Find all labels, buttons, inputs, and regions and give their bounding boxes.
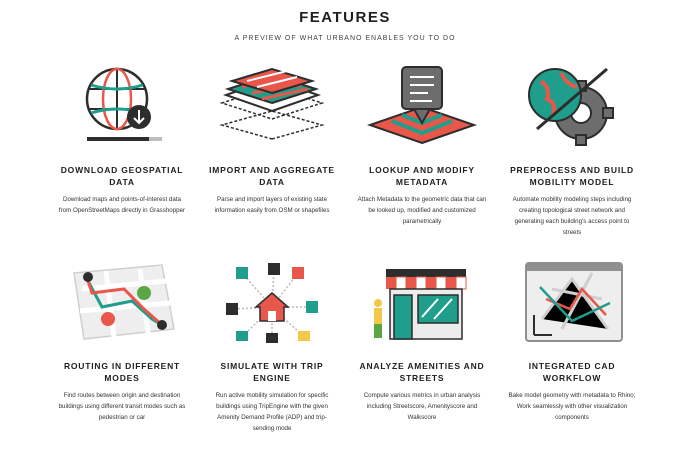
feature-description: Run active mobility simulation for speci… bbox=[215, 392, 329, 432]
feature-title: DOWNLOAD GEOSPATIAL DATA bbox=[60, 165, 184, 187]
feature-card-analyze: ANALYZE AMENITIES AND STREETS Compute va… bbox=[347, 256, 497, 456]
feature-description: Compute various metrics in urban analysi… bbox=[363, 392, 481, 421]
route-map-icon bbox=[73, 264, 175, 340]
globe-gear-icon bbox=[528, 67, 614, 146]
feature-title: ROUTING IN DIFFERENT MODES bbox=[63, 361, 181, 383]
feature-title: ANALYZE AMENITIES AND STREETS bbox=[359, 361, 485, 383]
feature-description: Find routes between origin and destinati… bbox=[58, 392, 186, 421]
layers-icon bbox=[219, 67, 325, 140]
feature-card-download: DOWNLOAD GEOSPATIAL DATA Download maps a… bbox=[47, 60, 197, 256]
page-subtitle: A PREVIEW OF WHAT URBANO ENABLES YOU TO … bbox=[234, 35, 456, 42]
trip-network-icon bbox=[226, 263, 318, 343]
feature-description: Parse and import layers of existing stat… bbox=[214, 196, 330, 214]
features-grid: DOWNLOAD GEOSPATIAL DATA Download maps a… bbox=[47, 60, 647, 456]
feature-title: LOOKUP AND MODIFY METADATA bbox=[369, 165, 475, 187]
feature-title: PREPROCESS AND BUILD MOBILITY MODEL bbox=[510, 165, 634, 187]
feature-description: Download maps and points-of-interest dat… bbox=[58, 196, 186, 214]
page-title: FEATURES bbox=[299, 9, 391, 26]
storefront-icon bbox=[374, 269, 467, 340]
feature-description: Bake model geometry with metadata to Rhi… bbox=[508, 392, 636, 421]
feature-card-simulate: SIMULATE WITH TRIP ENGINE Run active mob… bbox=[197, 256, 347, 456]
feature-card-preprocess: PREPROCESS AND BUILD MOBILITY MODEL Auto… bbox=[497, 60, 647, 256]
map-pin-metadata-icon bbox=[366, 66, 478, 145]
feature-title: INTEGRATED CAD WORKFLOW bbox=[528, 361, 616, 383]
feature-description: Automate mobility modeling steps includi… bbox=[512, 196, 632, 236]
feature-card-cad: INTEGRATED CAD WORKFLOW Bake model geome… bbox=[497, 256, 647, 456]
cad-window-icon bbox=[525, 262, 623, 342]
feature-card-import: IMPORT AND AGGREGATE DATA Parse and impo… bbox=[197, 60, 347, 256]
feature-card-metadata: LOOKUP AND MODIFY METADATA Attach Metada… bbox=[347, 60, 497, 256]
feature-title: SIMULATE WITH TRIP ENGINE bbox=[220, 361, 324, 383]
globe-download-icon bbox=[85, 67, 162, 141]
feature-title: IMPORT AND AGGREGATE DATA bbox=[209, 165, 335, 187]
feature-card-routing: ROUTING IN DIFFERENT MODES Find routes b… bbox=[47, 256, 197, 456]
feature-description: Attach Metadata to the geometric data th… bbox=[357, 196, 487, 225]
